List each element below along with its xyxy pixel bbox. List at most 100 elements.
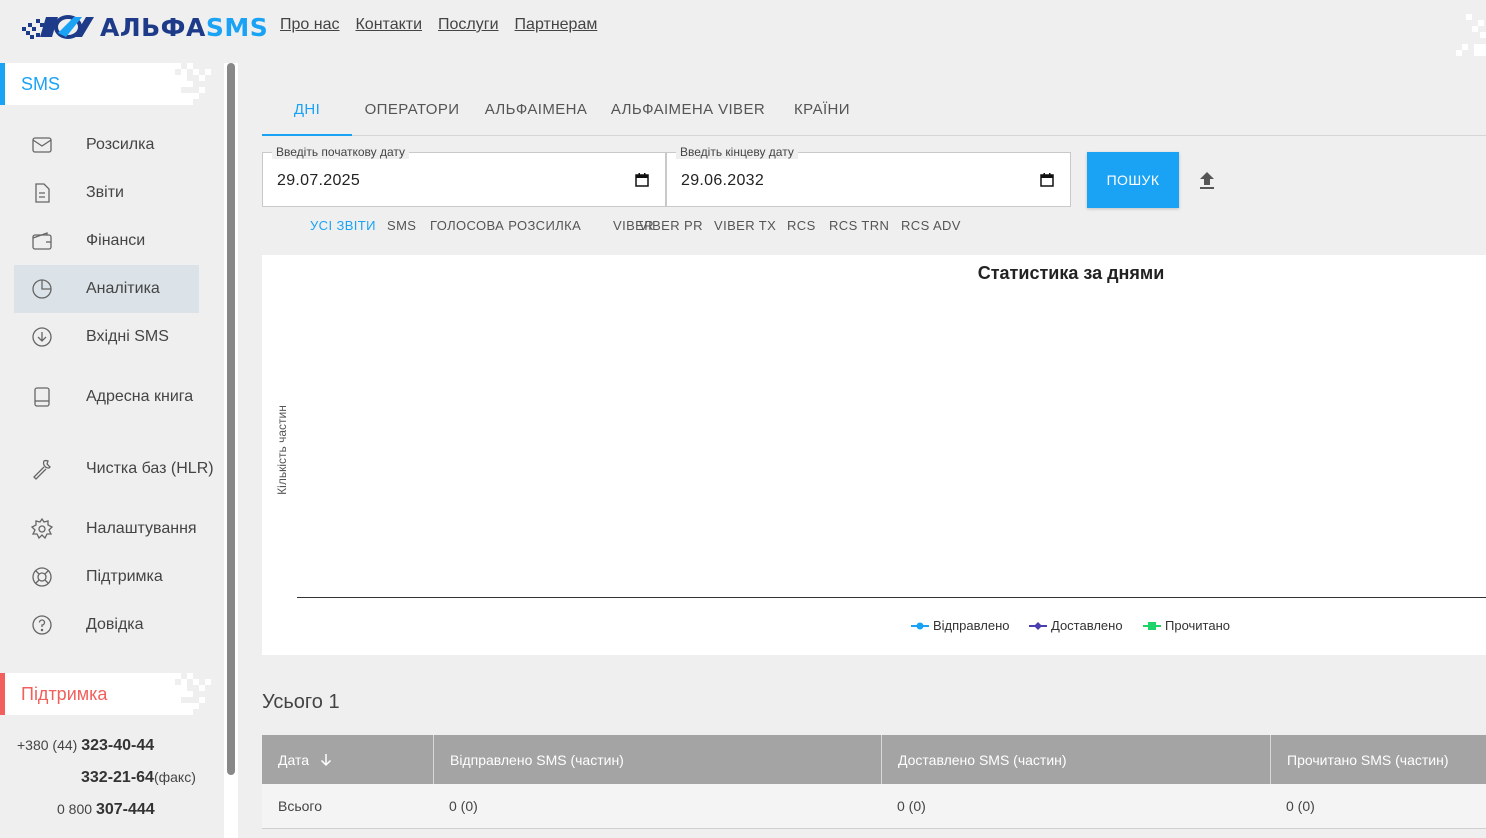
tab-operators[interactable]: ОПЕРАТОРИ — [358, 88, 466, 134]
filter-rcs-adv[interactable]: RCS ADV — [901, 218, 961, 233]
sidebar-item-support[interactable]: Підтримка — [14, 553, 199, 601]
sidebar-item-settings[interactable]: Налаштування — [14, 505, 199, 553]
tab-alpha-names[interactable]: АЛЬФАІМЕНА — [478, 88, 594, 134]
legend-delivered-label: Доставлено — [1051, 618, 1123, 633]
tab-days[interactable]: ДНІ — [262, 88, 352, 136]
legend-delivered-marker-icon — [1029, 621, 1047, 630]
filter-viber-tx[interactable]: VIBER TX — [714, 218, 776, 233]
legend-read[interactable]: Прочитано — [1143, 618, 1230, 633]
phone-main[interactable]: +380 (44) 323-40-44 — [17, 737, 154, 755]
phone-number: 323-40-44 — [81, 737, 155, 754]
chart-y-axis-label: Кількість частин — [275, 405, 289, 495]
sms-section-accent — [0, 63, 5, 105]
sidebar-section-sms[interactable]: SMS — [0, 63, 215, 105]
pie-chart-icon — [32, 279, 52, 299]
nav-contacts[interactable]: Контакти — [355, 16, 422, 34]
filter-all-reports[interactable]: УСІ ЗВІТИ — [310, 218, 376, 233]
phone-fax[interactable]: 332-21-64(факс) — [81, 769, 196, 787]
top-header: АЛЬФАSMS Про нас Контакти Послуги Партне… — [0, 0, 1486, 56]
sidebar-item-reports[interactable]: Звіти — [14, 169, 199, 217]
column-header-date[interactable]: Дата — [262, 735, 434, 784]
sidebar-scrollbar-thumb[interactable] — [227, 63, 235, 775]
table-row: Всього 0 (0) 0 (0) 0 (0) — [262, 784, 1486, 829]
end-date-value[interactable]: 29.06.2032 — [681, 172, 764, 190]
sidebar-item-label: Чистка баз (HLR) — [86, 460, 214, 477]
table-cell-delivered: 0 (0) — [897, 798, 926, 814]
sidebar-item-label: Звіти — [86, 184, 124, 201]
search-button[interactable]: ПОШУК — [1087, 152, 1179, 208]
table-cell-read: 0 (0) — [1286, 798, 1315, 814]
phone-free[interactable]: 0 800 307-444 — [57, 801, 155, 819]
nav-services[interactable]: Послуги — [438, 16, 499, 34]
tab-alpha-names-viber[interactable]: АЛЬФАІМЕНА VIBER — [606, 88, 770, 134]
end-date-field[interactable]: Введіть кінцеву дату 29.06.2032 — [666, 145, 1071, 207]
analytics-tabs: ДНІ ОПЕРАТОРИ АЛЬФАІМЕНА АЛЬФАІМЕНА VIBE… — [262, 88, 1486, 136]
wallet-icon — [32, 232, 52, 250]
chart-y-axis-label-wrap: Кількість частин — [275, 395, 289, 505]
total-count: Усього 1 — [262, 691, 340, 713]
filter-viber-pr[interactable]: VIBER PR — [639, 218, 703, 233]
phone-number: 332-21-64 — [81, 769, 154, 786]
filter-rcs[interactable]: RCS — [787, 218, 816, 233]
support-section-title: Підтримка — [21, 684, 108, 704]
sidebar-item-incoming-sms[interactable]: Вхідні SMS — [14, 313, 199, 361]
pixel-decoration-icon — [175, 673, 215, 715]
logo-mark-icon — [22, 15, 94, 39]
book-icon — [34, 387, 50, 407]
nav-about[interactable]: Про нас — [280, 16, 339, 34]
chart-title-wrap: Статистика за днями — [262, 263, 1486, 284]
sidebar-item-mailing[interactable]: Розсилка — [14, 121, 199, 169]
help-circle-icon — [32, 615, 52, 635]
filter-rcs-trn[interactable]: RCS TRN — [829, 218, 889, 233]
start-date-field[interactable]: Введіть початкову дату 29.07.2025 — [262, 145, 666, 207]
table-cell-sent: 0 (0) — [449, 798, 478, 814]
column-header-read[interactable]: Прочитано SMS (частин) — [1270, 735, 1486, 784]
phone-number: 307-444 — [95, 801, 155, 818]
phone-prefix: 0 800 — [57, 801, 93, 817]
nav-partners[interactable]: Партнерам — [515, 16, 598, 34]
start-date-value[interactable]: 29.07.2025 — [277, 172, 360, 190]
tab-countries[interactable]: КРАЇНИ — [784, 88, 860, 134]
download-circle-icon — [32, 327, 52, 347]
table-cell-date: Всього — [278, 798, 323, 814]
sidebar-item-analytics[interactable]: Аналітика — [14, 265, 199, 313]
sidebar-item-label: Фінанси — [86, 232, 146, 249]
export-upload-icon[interactable] — [1196, 170, 1218, 190]
sidebar-item-label: Аналітика — [86, 280, 160, 297]
calendar-icon[interactable] — [1040, 173, 1054, 187]
logo-text-part1: АЛЬФА — [100, 12, 206, 42]
calendar-icon[interactable] — [635, 173, 649, 187]
chart-title: Статистика за днями — [977, 263, 1165, 283]
legend-read-label: Прочитано — [1165, 618, 1230, 633]
sidebar-item-label: Вхідні SMS — [86, 328, 169, 345]
sidebar-item-label: Підтримка — [86, 568, 163, 585]
legend-read-marker-icon — [1143, 621, 1161, 630]
arrow-down-icon[interactable] — [319, 753, 333, 767]
support-section-accent — [0, 673, 5, 715]
pixel-decoration-icon — [175, 63, 215, 105]
lifebuoy-icon — [32, 567, 52, 587]
sidebar-item-help[interactable]: Довідка — [14, 601, 199, 649]
alfasms-logo[interactable]: АЛЬФАSMS — [22, 12, 268, 42]
legend-sent-marker-icon — [911, 622, 929, 629]
filter-voice[interactable]: ГОЛОСОВА РОЗСИЛКА — [430, 218, 581, 233]
pixel-decoration-icon — [1456, 14, 1486, 56]
end-date-label: Введіть кінцеву дату — [676, 145, 798, 159]
sidebar-item-finance[interactable]: Фінанси — [14, 217, 199, 265]
legend-sent[interactable]: Відправлено — [911, 618, 1009, 633]
envelope-icon — [32, 137, 52, 153]
document-icon — [35, 183, 50, 203]
logo-text-part2: SMS — [205, 12, 269, 42]
column-header-delivered[interactable]: Доставлено SMS (частин) — [881, 735, 1271, 784]
filter-sms[interactable]: SMS — [387, 218, 416, 233]
sidebar: SMS Розсилка Звіти Фінанси Аналітика Вхі… — [0, 63, 224, 838]
sidebar-item-label: Довідка — [86, 616, 144, 633]
sidebar-item-address-book[interactable]: Адресна книга — [14, 361, 199, 433]
legend-delivered[interactable]: Доставлено — [1029, 618, 1123, 633]
chart-card: Статистика за днями Кількість частин Від… — [262, 255, 1486, 655]
phone-prefix: +380 (44) — [17, 737, 78, 753]
sidebar-item-hlr[interactable]: Чистка баз (HLR) — [14, 433, 214, 505]
sidebar-section-support[interactable]: Підтримка — [0, 673, 215, 715]
logo-text: АЛЬФАSMS — [100, 13, 268, 42]
column-header-sent[interactable]: Відправлено SMS (частин) — [433, 735, 882, 784]
